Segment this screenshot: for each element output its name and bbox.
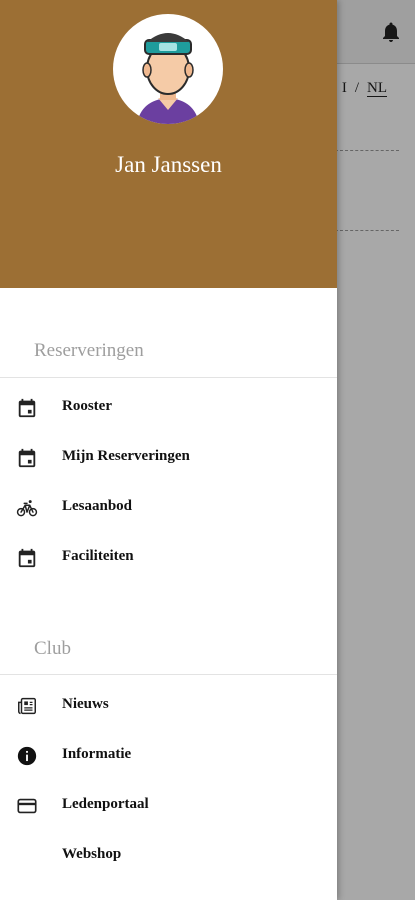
calendar-icon	[18, 398, 36, 418]
menu-label: Webshop	[62, 846, 122, 862]
menu-label: Lesaanbod	[62, 498, 133, 514]
section-title-reservations: Reserveringen	[34, 340, 144, 361]
menu-label: Nieuws	[62, 696, 109, 712]
menu-label: Informatie	[62, 746, 132, 762]
newspaper-icon	[18, 697, 36, 715]
navigation-drawer: Jan Janssen Reserveringen Rooster Mijn R…	[0, 0, 337, 900]
user-name: Jan Janssen	[115, 152, 222, 177]
calendar-icon	[18, 448, 36, 468]
menu-label: Rooster	[62, 398, 112, 414]
menu-label: Faciliteiten	[62, 548, 134, 564]
menu-item-faciliteiten[interactable]: Faciliteiten	[0, 534, 337, 584]
avatar[interactable]	[113, 14, 223, 124]
menu-item-lesaanbod[interactable]: Lesaanbod	[0, 484, 337, 534]
menu-item-mijn-reserveringen[interactable]: Mijn Reserveringen	[0, 434, 337, 484]
menu-item-informatie[interactable]: Informatie	[0, 732, 337, 782]
menu-item-rooster[interactable]: Rooster	[0, 384, 337, 434]
calendar-icon	[18, 548, 36, 568]
menu-item-webshop[interactable]: Webshop	[0, 832, 337, 882]
cyclist-avatar-icon	[137, 33, 199, 124]
menu-label: Ledenportaal	[62, 796, 149, 812]
section-divider	[0, 674, 337, 675]
credit-card-icon	[17, 798, 37, 814]
drawer-header: Jan Janssen	[0, 0, 337, 288]
bicycle-icon	[16, 500, 38, 517]
menu-item-ledenportaal[interactable]: Ledenportaal	[0, 782, 337, 832]
menu-item-nieuws[interactable]: Nieuws	[0, 682, 337, 732]
section-title-club: Club	[34, 638, 71, 659]
menu-label: Mijn Reserveringen	[62, 448, 190, 464]
info-icon	[17, 746, 37, 766]
section-divider	[0, 377, 337, 378]
